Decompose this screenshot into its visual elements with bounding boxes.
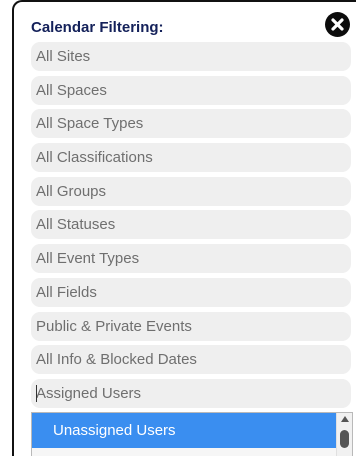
filter-event-types[interactable]: All Event Types — [31, 244, 351, 274]
filter-list: All Sites All Spaces All Space Types All… — [31, 42, 351, 413]
filter-fields[interactable]: All Fields — [31, 277, 351, 307]
filter-spaces[interactable]: All Spaces — [31, 75, 351, 105]
dropdown-option-unassigned-users[interactable]: Unassigned Users — [32, 413, 337, 448]
assigned-users-dropdown[interactable]: Unassigned Users — [31, 412, 353, 456]
scroll-up-arrow-icon[interactable] — [341, 416, 349, 422]
text-caret — [36, 384, 37, 402]
dropdown-option-next[interactable] — [32, 448, 337, 456]
filter-statuses[interactable]: All Statuses — [31, 210, 351, 240]
filter-groups[interactable]: All Groups — [31, 176, 351, 206]
filter-info-blocked-dates[interactable]: All Info & Blocked Dates — [31, 345, 351, 375]
panel-title: Calendar Filtering: — [31, 19, 164, 36]
close-circle-icon — [331, 18, 344, 31]
filter-assigned-users[interactable]: Assigned Users — [31, 378, 351, 408]
filter-classifications[interactable]: All Classifications — [31, 143, 351, 173]
close-button[interactable] — [325, 12, 350, 37]
filter-event-visibility[interactable]: Public & Private Events — [31, 311, 351, 341]
filter-space-types[interactable]: All Space Types — [31, 109, 351, 139]
filter-sites[interactable]: All Sites — [31, 42, 351, 71]
filter-assigned-users-label: Assigned Users — [36, 384, 142, 402]
calendar-filter-panel: Calendar Filtering: All Sites All Spaces… — [12, 0, 356, 456]
dropdown-scrollbar[interactable] — [336, 413, 352, 456]
scrollbar-thumb[interactable] — [340, 430, 349, 448]
